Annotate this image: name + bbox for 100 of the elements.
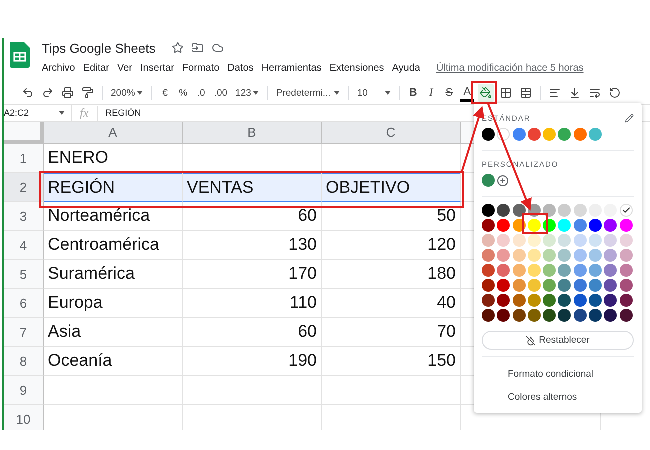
color-swatch[interactable] [497,264,510,277]
color-swatch[interactable] [574,294,587,307]
table-cell[interactable] [183,376,322,405]
dropdown-button[interactable]: 200% [109,84,146,102]
color-swatch[interactable] [543,234,556,247]
sheets-logo-icon[interactable] [10,42,30,68]
color-swatch[interactable] [604,294,618,307]
color-swatch[interactable] [482,219,495,232]
color-swatch[interactable] [543,309,556,322]
table-cell[interactable] [322,376,461,405]
color-swatch[interactable] [574,128,587,141]
color-swatch[interactable] [620,279,633,292]
document-title[interactable]: Tips Google Sheets [42,40,156,56]
color-swatch[interactable] [558,204,572,217]
color-swatch[interactable] [620,219,633,232]
color-swatch[interactable] [497,249,510,262]
color-swatch[interactable] [543,204,556,217]
color-swatch[interactable] [604,264,618,277]
menu-item[interactable]: Colores alternos [482,386,634,409]
color-swatch[interactable] [574,309,587,322]
menu-item[interactable]: Formato [182,62,220,74]
color-swatch[interactable] [589,294,602,307]
fill-button[interactable] [478,84,494,102]
table-cell[interactable]: 130 [183,231,322,260]
color-swatch[interactable] [620,234,633,247]
color-swatch[interactable] [512,294,526,307]
menu-item[interactable]: Extensiones [330,62,384,74]
format-button[interactable]: .0 [194,84,208,102]
color-swatch[interactable] [543,249,556,262]
menu-item[interactable]: Archivo [42,62,76,74]
row-header[interactable]: 5 [4,260,44,289]
color-swatch[interactable] [604,234,618,247]
color-swatch[interactable] [558,234,572,247]
last-edit-link[interactable]: Última modificación hace 5 horas [436,62,584,74]
color-swatch[interactable] [589,279,602,292]
formula-value[interactable]: REGIÓN [98,108,142,118]
color-swatch[interactable] [589,128,602,141]
color-swatch[interactable] [558,309,572,322]
column-header[interactable]: C [322,122,461,144]
color-swatch[interactable] [482,174,495,187]
row-header[interactable]: 2 [4,173,44,202]
row-header[interactable]: 3 [4,202,44,231]
row-header[interactable]: 1 [4,144,44,173]
color-swatch[interactable] [528,294,541,307]
color-swatch[interactable] [497,234,510,247]
name-box[interactable]: A2:C2 [4,105,72,121]
color-swatch[interactable] [620,249,633,262]
add-circle-icon[interactable] [497,174,510,186]
color-swatch[interactable] [482,234,495,247]
menu-item[interactable]: Datos [228,62,254,74]
color-swatch[interactable] [543,294,556,307]
color-swatch[interactable] [620,204,633,217]
column-header[interactable]: A [44,122,183,144]
table-cell[interactable]: 40 [322,289,461,318]
color-swatch[interactable] [558,264,572,277]
color-swatch[interactable] [528,279,541,292]
color-swatch[interactable] [589,264,602,277]
color-swatch[interactable] [497,309,510,322]
color-swatch[interactable] [604,249,618,262]
color-swatch[interactable] [558,249,572,262]
row-header[interactable]: 9 [4,376,44,405]
table-cell[interactable]: Oceanía [44,347,183,376]
color-swatch[interactable] [482,249,495,262]
color-swatch[interactable] [604,279,618,292]
row-header[interactable]: 8 [4,347,44,376]
color-swatch[interactable] [574,219,587,232]
reset-button[interactable]: Restablecer [482,331,634,350]
color-swatch[interactable] [528,249,541,262]
row-header[interactable]: 4 [4,231,44,260]
column-header[interactable]: B [183,122,322,144]
table-cell[interactable]: 60 [183,202,322,231]
color-swatch[interactable] [512,128,526,141]
color-swatch[interactable] [620,309,633,322]
menu-item[interactable]: Editar [83,62,110,74]
color-swatch[interactable] [558,128,572,141]
row-header[interactable]: 7 [4,318,44,347]
menu-item[interactable]: Formato condicional [482,363,634,386]
menu-item[interactable]: Ayuda [392,62,420,74]
table-cell[interactable]: VENTAS [183,173,322,202]
table-cell[interactable]: 180 [322,260,461,289]
text-color-button[interactable]: A [460,84,474,102]
color-swatch[interactable] [512,234,526,247]
strikethrough-button[interactable]: S [442,84,456,102]
color-swatch[interactable] [528,234,541,247]
table-cell[interactable]: 50 [322,202,461,231]
bold-button[interactable]: B [406,84,420,102]
color-swatch[interactable] [589,219,602,232]
color-swatch[interactable] [589,234,602,247]
table-cell[interactable]: 70 [322,318,461,347]
color-swatch[interactable] [482,128,495,141]
color-swatch[interactable] [589,309,602,322]
table-cell[interactable]: 110 [183,289,322,318]
color-swatch[interactable] [574,279,587,292]
dropdown-button[interactable]: 123 [234,84,262,102]
color-swatch[interactable] [543,128,556,141]
table-cell[interactable]: 190 [183,347,322,376]
format-button[interactable]: € [158,84,172,102]
table-cell[interactable]: Suramérica [44,260,183,289]
format-button[interactable]: .00 [212,84,230,102]
color-swatch[interactable] [528,128,541,141]
